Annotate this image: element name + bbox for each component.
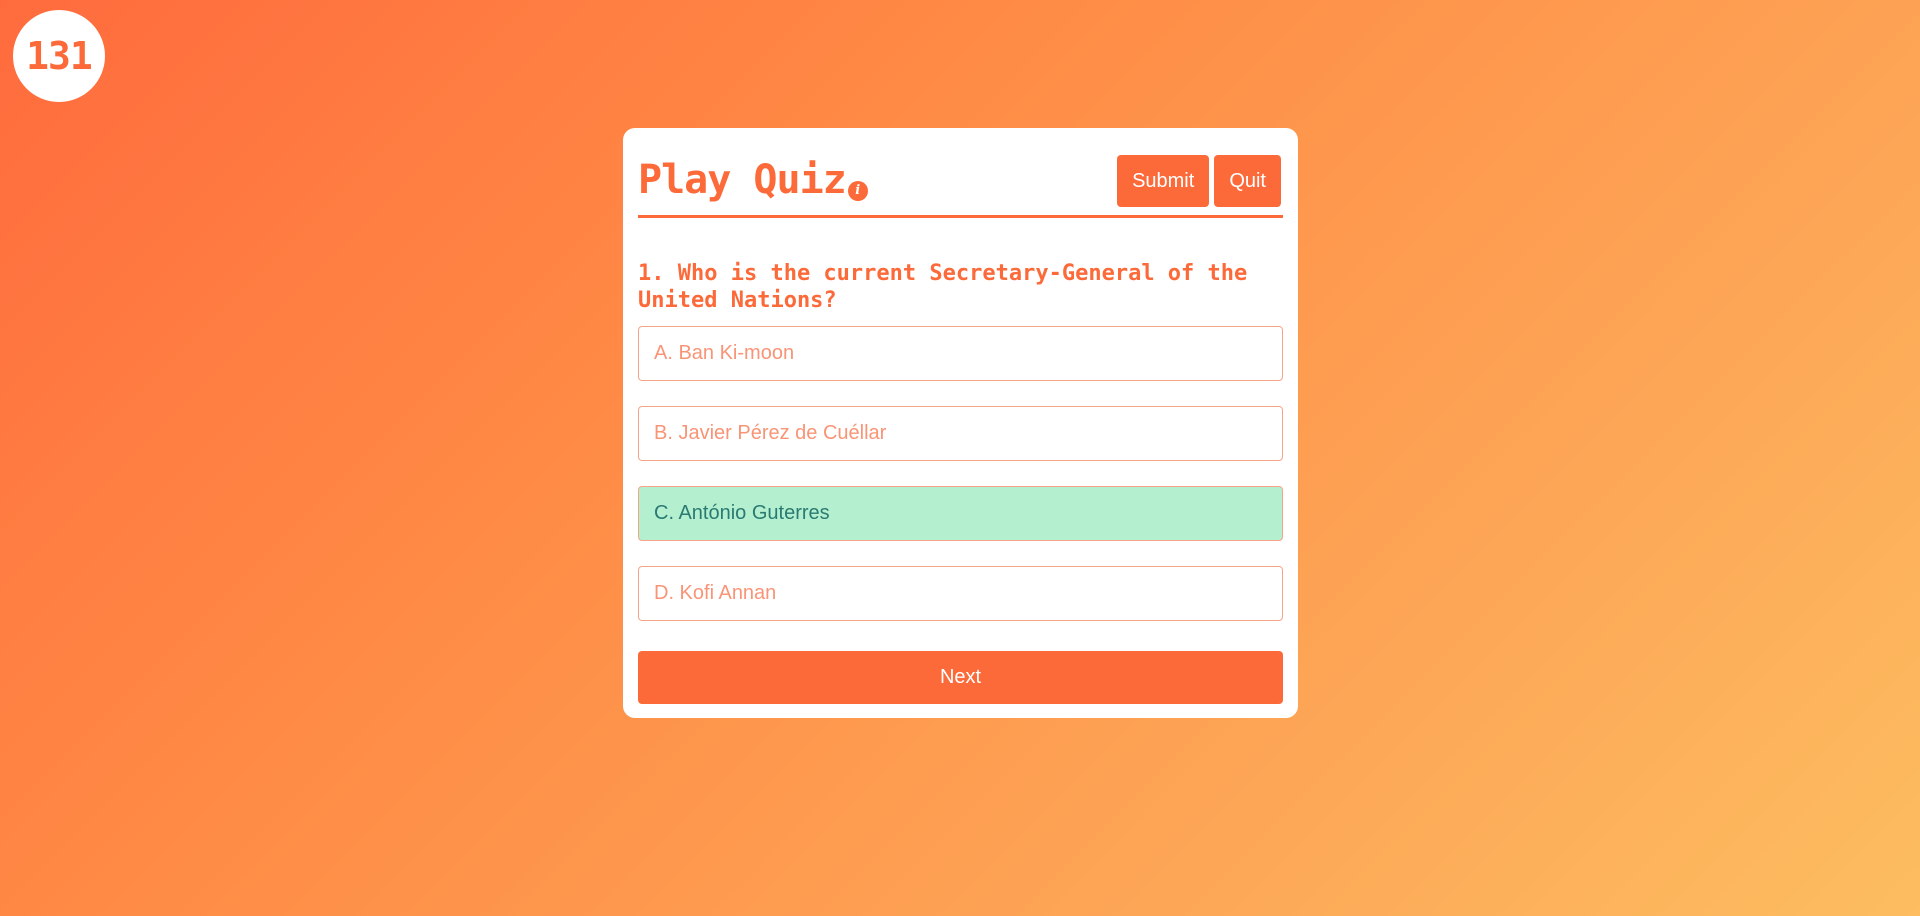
counter-value: 131 xyxy=(26,34,93,78)
quiz-card: Play Quiz i Submit Quit 1. Who is the cu… xyxy=(623,128,1298,718)
option-d[interactable]: D. Kofi Annan xyxy=(638,566,1283,621)
option-c[interactable]: C. António Guterres xyxy=(638,486,1283,541)
info-icon[interactable]: i xyxy=(847,180,868,201)
submit-button[interactable]: Submit xyxy=(1117,155,1210,207)
page-title: Play Quiz i xyxy=(638,157,868,203)
page-title-text: Play Quiz xyxy=(638,157,847,203)
quit-button[interactable]: Quit xyxy=(1214,155,1281,207)
option-label: D. Kofi Annan xyxy=(654,582,777,604)
counter-badge: 131 xyxy=(13,10,105,102)
options-list: A. Ban Ki-moon B. Javier Pérez de Cuélla… xyxy=(638,326,1283,646)
option-a[interactable]: A. Ban Ki-moon xyxy=(638,326,1283,381)
option-label: C. António Guterres xyxy=(654,502,830,524)
option-b[interactable]: B. Javier Pérez de Cuéllar xyxy=(638,406,1283,461)
option-label: B. Javier Pérez de Cuéllar xyxy=(654,422,887,444)
next-button[interactable]: Next xyxy=(638,651,1283,704)
header-actions: Submit Quit xyxy=(1117,155,1281,207)
quiz-header: Play Quiz i Submit Quit xyxy=(638,155,1283,218)
question-text: 1. Who is the current Secretary-General … xyxy=(638,261,1248,313)
option-label: A. Ban Ki-moon xyxy=(654,342,795,364)
